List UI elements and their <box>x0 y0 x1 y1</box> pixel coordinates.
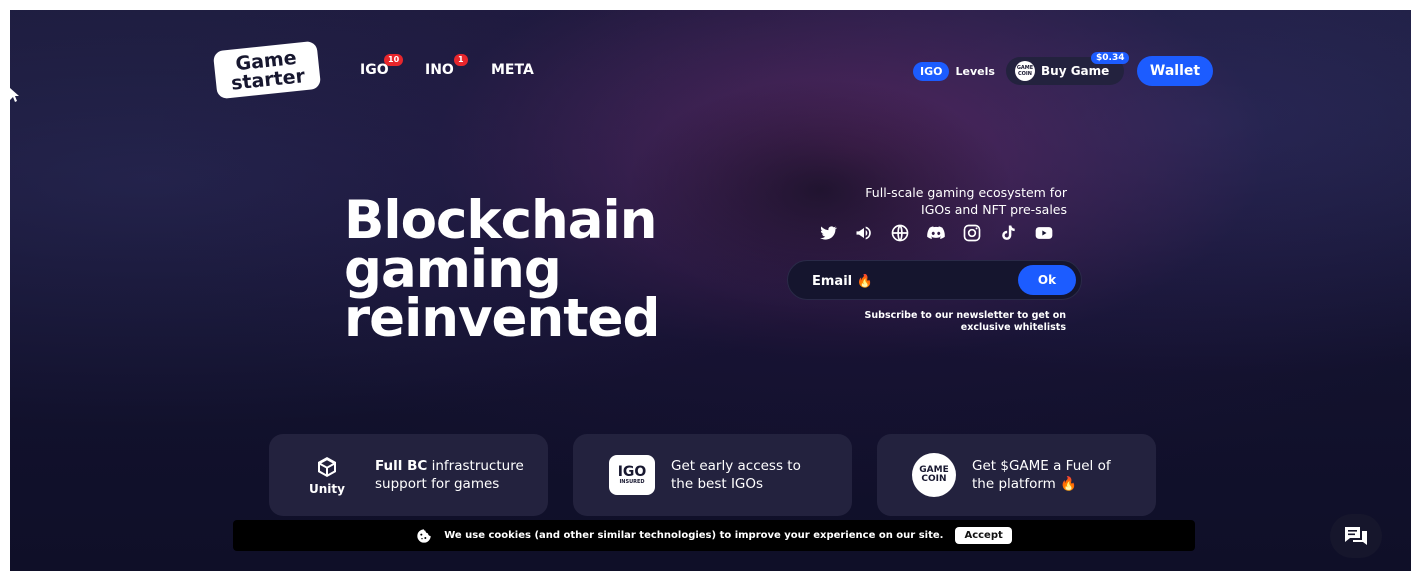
unity-cube-icon <box>318 456 336 477</box>
igo-levels-label: Levels <box>955 65 995 78</box>
card-igo-text1: Get early access to <box>671 458 801 474</box>
game-coin-icon: GAME COIN <box>1015 61 1035 81</box>
feature-card-igo[interactable]: IGO INSURED Get early access to the best… <box>573 434 852 516</box>
subscribe-line1: Subscribe to our newsletter to get on <box>864 310 1066 321</box>
megaphone-icon[interactable] <box>854 223 874 243</box>
youtube-icon[interactable] <box>1034 223 1054 243</box>
accept-cookies-button[interactable]: Accept <box>955 527 1012 544</box>
card-infrastructure-text1: infrastructure <box>427 458 524 474</box>
social-links <box>818 223 1054 243</box>
email-input[interactable] <box>810 269 1004 293</box>
card-game-coin-text1: Get $GAME a Fuel of <box>972 458 1111 474</box>
game-coin-logo-icon: GAME COIN <box>912 453 956 497</box>
cookie-text: We use cookies (and other similar techno… <box>444 530 944 541</box>
newsletter-form: Ok <box>787 260 1082 300</box>
instagram-icon[interactable] <box>962 223 982 243</box>
twitter-icon[interactable] <box>818 223 838 243</box>
nav-meta[interactable]: META <box>491 62 534 78</box>
card-infrastructure-bold: Full BC <box>375 458 428 474</box>
card-game-coin-text2: the platform 🔥 <box>972 476 1077 492</box>
nav-ino-label: INO <box>425 62 454 78</box>
card-infrastructure-text2: support for games <box>375 476 500 492</box>
card-igo-text2: the best IGOs <box>671 476 764 492</box>
igo-insured-top: IGO <box>617 463 647 480</box>
card-igo-text: Get early access to the best IGOs <box>671 457 801 493</box>
nav-meta-label: META <box>491 62 534 78</box>
globe-icon[interactable] <box>890 223 910 243</box>
igo-insured-icon: IGO INSURED <box>609 455 655 495</box>
hero-title-line3: reinvented <box>344 288 660 349</box>
buy-game-label: Buy Game <box>1041 64 1110 78</box>
gamestarter-logo[interactable]: Game starter <box>212 40 322 100</box>
wallet-button[interactable]: Wallet <box>1137 56 1213 86</box>
page-background: Game starter IGO 10 INO 1 META IGO Level… <box>10 10 1411 571</box>
tagline-line1: Full-scale gaming ecosystem for <box>865 185 1067 200</box>
tiktok-icon[interactable] <box>998 223 1018 243</box>
nav-igo-badge: 10 <box>384 54 404 66</box>
nav-igo[interactable]: IGO 10 <box>360 54 404 78</box>
cookie-banner: We use cookies (and other similar techno… <box>233 520 1195 551</box>
hero-title: Blockchain gaming reinvented <box>344 194 660 345</box>
game-coin-bottom: COIN <box>921 474 947 484</box>
igo-insured-bottom: INSURED <box>619 478 645 485</box>
hero-tagline: Full-scale gaming ecosystem for IGOs and… <box>770 184 1067 218</box>
tagline-line2: IGOs and NFT pre-sales <box>921 202 1067 217</box>
game-price-badge: $0.34 <box>1091 52 1130 64</box>
igo-levels-link[interactable]: IGO Levels <box>913 62 995 81</box>
mouse-cursor-icon <box>10 88 19 102</box>
subscribe-note: Subscribe to our newsletter to get on ex… <box>830 310 1066 334</box>
feature-card-infrastructure[interactable]: Unity Full BC infrastructure support for… <box>269 434 548 516</box>
chat-bubble-icon <box>1345 527 1367 545</box>
nav-ino-badge: 1 <box>454 54 468 66</box>
nav-igo-label: IGO <box>360 62 389 78</box>
unity-logo: Unity <box>297 455 357 496</box>
chat-button[interactable] <box>1330 514 1382 558</box>
card-infrastructure-text: Full BC infrastructure support for games <box>375 457 524 493</box>
card-game-coin-text: Get $GAME a Fuel of the platform 🔥 <box>972 457 1111 493</box>
nav-ino[interactable]: INO 1 <box>425 54 468 78</box>
cookie-icon <box>417 528 431 543</box>
ok-button[interactable]: Ok <box>1018 265 1076 295</box>
discord-icon[interactable] <box>926 223 946 243</box>
subscribe-line2: exclusive whitelists <box>960 322 1066 333</box>
igo-levels-pill: IGO <box>913 62 950 81</box>
unity-label: Unity <box>309 481 345 496</box>
feature-card-game-coin[interactable]: GAME COIN Get $GAME a Fuel of the platfo… <box>877 434 1156 516</box>
